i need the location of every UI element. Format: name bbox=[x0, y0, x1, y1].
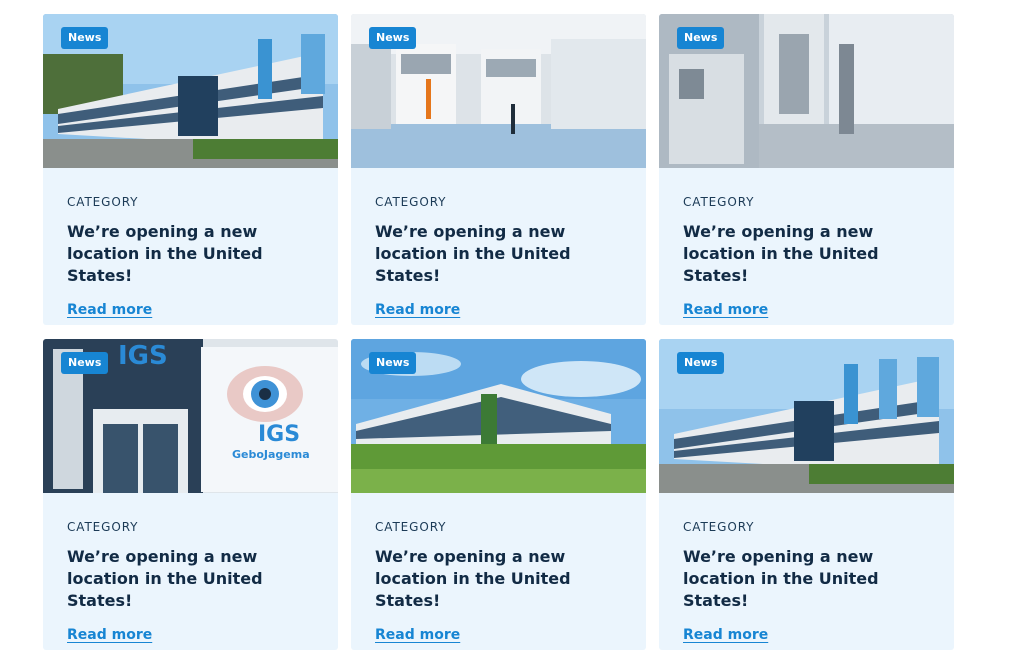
card-image[interactable]: News bbox=[43, 14, 338, 168]
news-badge: News bbox=[369, 352, 417, 374]
news-card[interactable]: News CATEGORY We’re opening a new locati… bbox=[659, 14, 954, 325]
news-badge: News bbox=[677, 27, 725, 49]
news-badge: News bbox=[61, 352, 109, 374]
read-more-link[interactable]: Read more bbox=[375, 302, 460, 318]
card-category: CATEGORY bbox=[683, 520, 755, 534]
card-image[interactable]: News bbox=[659, 14, 954, 168]
card-title: We’re opening a new location in the Unit… bbox=[683, 547, 879, 610]
card-title: We’re opening a new location in the Unit… bbox=[67, 222, 263, 285]
card-image[interactable]: News bbox=[659, 339, 954, 493]
card-title: We’re opening a new location in the Unit… bbox=[375, 222, 571, 285]
card-image[interactable]: News bbox=[351, 339, 646, 493]
news-card[interactable]: News CATEGORY We’re opening a new locati… bbox=[351, 339, 646, 650]
news-badge: News bbox=[677, 352, 725, 374]
read-more-link[interactable]: Read more bbox=[375, 627, 460, 643]
news-card[interactable]: News CATEGORY We’re opening a new locati… bbox=[351, 14, 646, 325]
card-title: We’re opening a new location in the Unit… bbox=[375, 547, 571, 610]
news-card[interactable]: IGS IGS GeboJagema News CATEGORY We’re o… bbox=[43, 339, 338, 650]
card-category: CATEGORY bbox=[67, 520, 139, 534]
read-more-link[interactable]: Read more bbox=[67, 627, 152, 643]
read-more-link[interactable]: Read more bbox=[683, 627, 768, 643]
news-badge: News bbox=[61, 27, 109, 49]
logo-mark: IGS bbox=[118, 341, 168, 371]
read-more-link[interactable]: Read more bbox=[683, 302, 768, 318]
card-category: CATEGORY bbox=[375, 520, 447, 534]
logo-mark: IGS bbox=[258, 422, 300, 447]
card-category: CATEGORY bbox=[375, 195, 447, 209]
card-title: We’re opening a new location in the Unit… bbox=[67, 547, 263, 610]
news-card[interactable]: News CATEGORY We’re opening a new locati… bbox=[43, 14, 338, 325]
card-image[interactable]: News bbox=[351, 14, 646, 168]
card-title: We’re opening a new location in the Unit… bbox=[683, 222, 879, 285]
news-badge: News bbox=[369, 27, 417, 49]
card-category: CATEGORY bbox=[683, 195, 755, 209]
news-card[interactable]: News CATEGORY We’re opening a new locati… bbox=[659, 339, 954, 650]
logo-wordmark: GeboJagema bbox=[232, 448, 310, 461]
card-category: CATEGORY bbox=[67, 195, 139, 209]
card-image[interactable]: IGS IGS GeboJagema News bbox=[43, 339, 338, 493]
read-more-link[interactable]: Read more bbox=[67, 302, 152, 318]
